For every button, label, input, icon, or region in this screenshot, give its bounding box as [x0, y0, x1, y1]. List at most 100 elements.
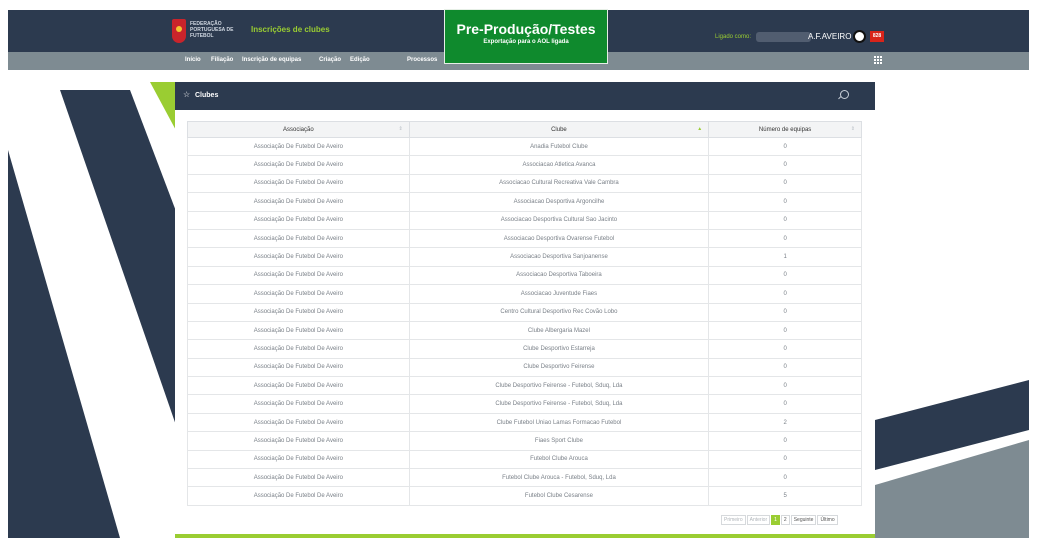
- cell-clube: Associacao Desportiva Ovarense Futebol: [408, 228, 710, 249]
- cell-associacao: Associação De Futebol De Aveiro: [187, 192, 410, 212]
- cell-numero-equipas: 0: [708, 449, 862, 470]
- cell-associacao: Associação De Futebol De Aveiro: [187, 210, 410, 230]
- cell-numero-equipas: 0: [708, 210, 862, 230]
- table-row[interactable]: Associação De Futebol De Aveiro Associaca…: [187, 192, 862, 212]
- logged-in-label: Ligado como:: [715, 34, 752, 40]
- notification-badge[interactable]: 828: [870, 31, 884, 42]
- cell-associacao: Associação De Futebol De Aveiro: [187, 468, 410, 488]
- environment-title: Pre-Produção/Testes: [456, 21, 596, 37]
- cell-associacao: Associação De Futebol De Aveiro: [187, 173, 410, 194]
- cell-numero-equipas: 0: [708, 173, 862, 194]
- cell-associacao: Associação De Futebol De Aveiro: [187, 265, 410, 286]
- table-row[interactable]: Associação De Futebol De Aveiro Associaca…: [187, 210, 862, 230]
- table-row[interactable]: Associação De Futebol De Aveiro Clube Des…: [187, 339, 862, 359]
- user-id-redacted: [756, 32, 811, 42]
- fpf-shield-icon: [172, 19, 186, 43]
- cell-clube: Clube Desportivo Feirense - Futebol, Sdu…: [408, 394, 710, 414]
- pager-previous[interactable]: Anterior: [746, 515, 771, 525]
- panel-header: ☆ Clubes: [175, 82, 875, 110]
- table-row[interactable]: Associação De Futebol De Aveiro Associaca…: [187, 265, 862, 286]
- apps-grid-icon[interactable]: [874, 56, 882, 64]
- user-name[interactable]: A.F.AVEIRO: [808, 32, 851, 41]
- star-icon: ☆: [183, 90, 191, 99]
- nav-item-processos[interactable]: Processos: [407, 57, 437, 63]
- clubs-table: Associação ⇕ Clube ▲ Número de equipas ⇕ As…: [187, 121, 862, 506]
- cell-associacao: Associação De Futebol De Aveiro: [187, 431, 410, 451]
- cell-clube: Futebol Clube Cesarense: [408, 486, 710, 506]
- cell-numero-equipas: 0: [708, 394, 862, 414]
- cell-numero-equipas: 2: [708, 412, 862, 433]
- cell-clube: Clube Desportivo Feirense: [408, 357, 710, 378]
- nav-item-inicio[interactable]: Início: [185, 57, 201, 63]
- table-row[interactable]: Associação De Futebol De Aveiro Futebol C…: [187, 449, 862, 470]
- cell-associacao: Associação De Futebol De Aveiro: [187, 357, 410, 378]
- table-row[interactable]: Associação De Futebol De Aveiro Associaca…: [187, 284, 862, 304]
- cell-clube: Associacao Juventude Fiaes: [408, 284, 710, 304]
- cell-clube: Futebol Clube Arouca: [408, 449, 710, 470]
- table-row[interactable]: Associação De Futebol De Aveiro Clube Fut…: [187, 412, 862, 433]
- table-row[interactable]: Associação De Futebol De Aveiro Associaca…: [187, 155, 862, 175]
- cell-numero-equipas: 0: [708, 468, 862, 488]
- pager-last[interactable]: Último: [817, 515, 838, 525]
- cell-clube: Associacao Desportiva Sanjoanense: [408, 247, 710, 267]
- table-row[interactable]: Associação De Futebol De Aveiro Futebol C…: [187, 468, 862, 488]
- cell-numero-equipas: 0: [708, 265, 862, 286]
- environment-banner: Pre-Produção/Testes Exportação para o AO…: [444, 9, 608, 64]
- cell-numero-equipas: 0: [708, 376, 862, 396]
- cell-associacao: Associação De Futebol De Aveiro: [187, 302, 410, 322]
- pagination: Primeiro Anterior 1 2 Seguinte Último: [721, 515, 839, 525]
- cell-clube: Associacao Desportiva Argoncilhe: [408, 192, 710, 212]
- table-row[interactable]: Associação De Futebol De Aveiro Clube Des…: [187, 376, 862, 396]
- user-avatar-icon[interactable]: [853, 30, 866, 43]
- cell-clube: Centro Cultural Desportivo Rec Covão Lob…: [408, 302, 710, 322]
- cell-clube: Clube Desportivo Estarreja: [408, 339, 710, 359]
- pager-first[interactable]: Primeiro: [721, 515, 746, 525]
- nav-item-filiacao[interactable]: Filiação: [211, 57, 233, 63]
- pager-next[interactable]: Seguinte: [790, 515, 817, 525]
- app-title[interactable]: Inscrições de clubes: [251, 25, 330, 34]
- cell-numero-equipas: 0: [708, 284, 862, 304]
- sort-icon: ⇕: [398, 126, 403, 132]
- cell-clube: Associacao Desportiva Taboeira: [408, 265, 710, 286]
- table-row[interactable]: Associação De Futebol De Aveiro Clube Des…: [187, 394, 862, 414]
- search-icon[interactable]: [840, 90, 849, 99]
- nav-item-inscricao-equipas[interactable]: Inscrição de equipas: [242, 57, 301, 63]
- cell-numero-equipas: 0: [708, 320, 862, 341]
- nav-item-criacao[interactable]: Criação: [319, 57, 341, 63]
- cell-numero-equipas: 0: [708, 136, 862, 157]
- pager-page-2[interactable]: 2: [780, 515, 790, 525]
- nav-item-edicao[interactable]: Edição: [350, 57, 370, 63]
- column-header-numero-equipas[interactable]: Número de equipas ⇕: [708, 121, 862, 138]
- table-row[interactable]: Associação De Futebol De Aveiro Clube Alb…: [187, 320, 862, 341]
- table-row[interactable]: Associação De Futebol De Aveiro Anadia Fu…: [187, 136, 862, 157]
- pager-page-1[interactable]: 1: [771, 515, 780, 525]
- table-row[interactable]: Associação De Futebol De Aveiro Centro Cu…: [187, 302, 862, 322]
- cell-clube: Associacao Atletica Avanca: [408, 155, 710, 175]
- column-header-associacao[interactable]: Associação ⇕: [187, 121, 410, 138]
- table-row[interactable]: Associação De Futebol De Aveiro Clube Des…: [187, 357, 862, 378]
- table-row[interactable]: Associação De Futebol De Aveiro Associaca…: [187, 247, 862, 267]
- cell-numero-equipas: 0: [708, 155, 862, 175]
- fpf-logo[interactable]: FEDERAÇÃO PORTUGUESA DE FUTEBOL: [172, 19, 242, 43]
- table-row[interactable]: Associação De Futebol De Aveiro Associaca…: [187, 173, 862, 194]
- cell-associacao: Associação De Futebol De Aveiro: [187, 228, 410, 249]
- table-row[interactable]: Associação De Futebol De Aveiro Associaca…: [187, 228, 862, 249]
- cell-numero-equipas: 0: [708, 357, 862, 378]
- cell-numero-equipas: 0: [708, 192, 862, 212]
- cell-clube: Associacao Cultural Recreativa Vale Camb…: [408, 173, 710, 194]
- cell-associacao: Associação De Futebol De Aveiro: [187, 136, 410, 157]
- cell-associacao: Associação De Futebol De Aveiro: [187, 339, 410, 359]
- cell-numero-equipas: 5: [708, 486, 862, 506]
- cell-associacao: Associação De Futebol De Aveiro: [187, 376, 410, 396]
- table-row[interactable]: Associação De Futebol De Aveiro Futebol C…: [187, 486, 862, 506]
- table-row[interactable]: Associação De Futebol De Aveiro Fiaes Spo…: [187, 431, 862, 451]
- cell-associacao: Associação De Futebol De Aveiro: [187, 486, 410, 506]
- cell-numero-equipas: 0: [708, 228, 862, 249]
- cell-numero-equipas: 0: [708, 431, 862, 451]
- panel-title: Clubes: [195, 92, 219, 99]
- cell-numero-equipas: 1: [708, 247, 862, 267]
- cell-associacao: Associação De Futebol De Aveiro: [187, 284, 410, 304]
- cell-associacao: Associação De Futebol De Aveiro: [187, 247, 410, 267]
- column-header-clube[interactable]: Clube ▲: [408, 121, 710, 138]
- logo-text: FEDERAÇÃO PORTUGUESA DE FUTEBOL: [190, 21, 234, 39]
